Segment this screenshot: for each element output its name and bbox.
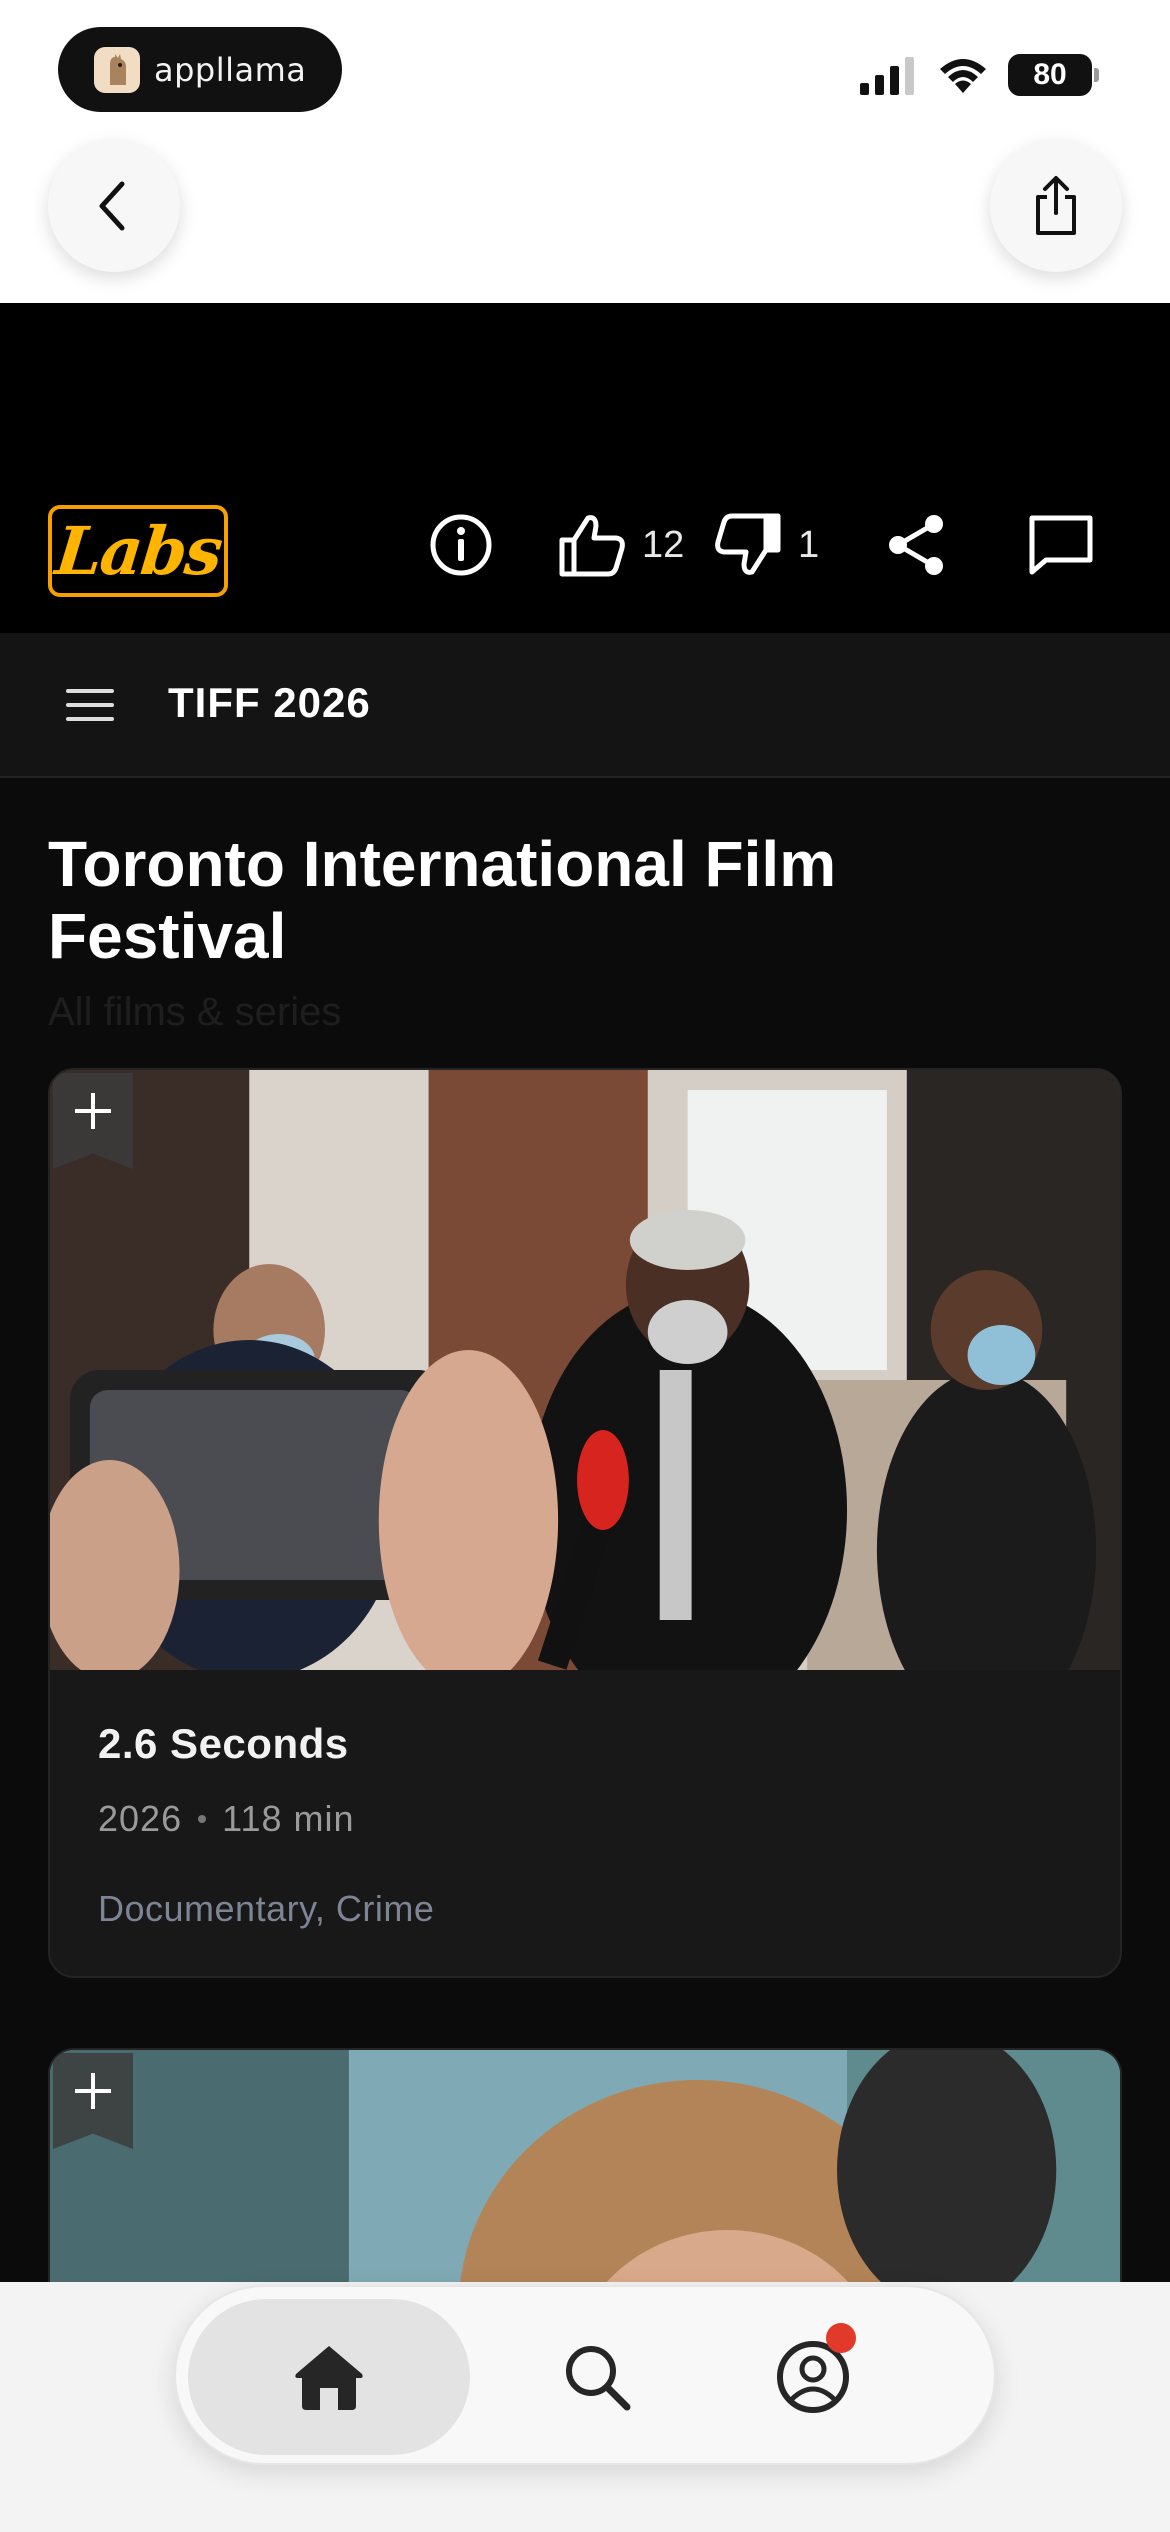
comments-button[interactable] [1026,505,1096,585]
film-year: 2026 [98,1798,183,1839]
like-count: 12 [642,523,685,566]
browser-chrome: appllama 80 [0,0,1170,303]
tab-home[interactable] [188,2299,470,2455]
bottom-tab-bar [174,2285,996,2465]
share-button[interactable] [990,140,1122,272]
film-genres: Documentary, Crime [98,1888,435,1929]
share-icon [1036,176,1076,235]
info-button[interactable] [428,505,494,585]
tab-profile[interactable] [732,2299,894,2455]
share-nodes-icon [889,515,943,575]
plus-icon [75,1093,111,1129]
tab-search[interactable] [516,2299,678,2455]
film-duration: 118 min [222,1798,355,1839]
like-button[interactable]: 12 [556,505,684,585]
hamburger-icon [66,689,114,721]
home-icon [295,2346,363,2410]
back-button[interactable] [48,140,180,272]
labs-logo[interactable]: Labs [48,505,228,597]
festival-nav: TIFF 2026 [0,633,1170,778]
app-pill[interactable]: appllama [58,27,342,112]
film-title: 2.6 Seconds [98,1720,349,1767]
signal-icon [860,57,914,95]
info-icon [430,514,492,576]
film-poster-image [50,1070,1120,1670]
festival-title[interactable]: TIFF 2026 [168,679,371,727]
dislike-count: 1 [798,523,820,566]
app-name: appllama [154,50,307,89]
wifi-icon [940,59,986,93]
search-icon [566,2346,631,2411]
thumbs-down-icon [715,513,781,575]
chevron-left-icon [99,181,125,231]
dislike-button[interactable]: 1 [712,505,819,585]
page-subtitle: All films & series [48,990,342,1034]
main-content: Toronto International Film Festival All … [0,780,1170,2348]
thumbs-up-icon [559,515,625,577]
page-title: Toronto International Film Festival [48,828,837,972]
system-icons: 80 [860,50,1099,100]
logo-text: Labs [51,512,225,590]
llama-icon [94,46,140,93]
battery-icon: 80 [1008,54,1099,96]
plus-icon [75,2073,111,2109]
share-link-button[interactable] [884,505,948,585]
battery-level: 80 [1033,58,1067,91]
film-info: 2.6 Seconds 2026 118 min Documentary, Cr… [98,1720,434,1930]
comment-icon [1029,515,1093,575]
film-meta: 2026 118 min [98,1798,434,1840]
film-card[interactable]: 2.6 Seconds 2026 118 min Documentary, Cr… [48,1068,1122,1978]
menu-button[interactable] [66,681,114,729]
notification-dot [826,2323,856,2353]
separator-dot [198,1815,207,1823]
